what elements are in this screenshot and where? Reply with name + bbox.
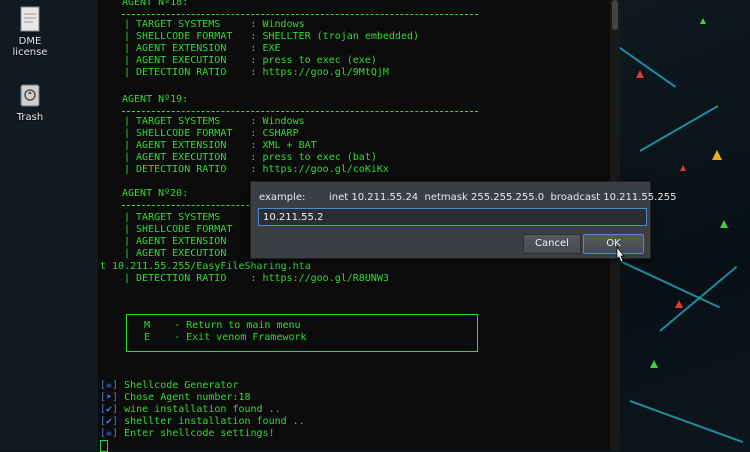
wallpaper-streak	[629, 400, 744, 443]
status-prefix: [☠]	[100, 428, 119, 439]
wallpaper-streak	[639, 105, 719, 152]
dialog-hint-text: inet 10.211.55.24 netmask 255.255.255.0 …	[329, 192, 677, 203]
agent-19-row: | AGENT EXTENSION : XML + BAT	[124, 140, 317, 151]
agent-18-row: | AGENT EXTENSION : EXE	[124, 43, 281, 54]
scrollbar-thumb[interactable]	[612, 0, 618, 30]
agent-18-title: AGENT Nº18:	[122, 0, 189, 8]
wallpaper-triangle	[700, 18, 706, 24]
trash-icon	[20, 84, 40, 107]
agent-20-row: | TARGET SYSTEMS :	[124, 212, 257, 223]
license-file-label: DME license	[12, 36, 48, 58]
status-line: [➤] Chose Agent number:18	[100, 392, 251, 404]
agent-20-wrap-line: t 10.211.55.255/EasyFileSharing.hta	[100, 261, 311, 272]
agent-19-row: | SHELLCODE FORMAT : CSHARP	[124, 128, 299, 139]
status-line: [☠] Shellcode Generator	[100, 380, 238, 392]
license-file-icon-item[interactable]: DME license	[0, 6, 60, 58]
shellcode-settings-dialog: example: inet 10.211.55.24 netmask 255.2…	[250, 181, 676, 259]
wallpaper-triangle	[675, 300, 683, 308]
status-text: Enter shellcode settings!	[118, 428, 275, 439]
dialog-example-label: example:	[259, 192, 306, 203]
status-text: Chose Agent number:18	[118, 392, 251, 403]
status-prefix: [☠]	[100, 380, 119, 391]
wallpaper-triangle	[720, 220, 728, 228]
status-prefix: [➤]	[100, 392, 119, 403]
trash-label: Trash	[16, 112, 44, 123]
agent-18-row: | SHELLCODE FORMAT : SHELLTER (trojan em…	[124, 31, 420, 42]
agent-18-box-border	[122, 14, 478, 15]
agent-18-row: | TARGET SYSTEMS : Windows	[124, 19, 305, 30]
agent-19-box-border	[122, 111, 478, 112]
wallpaper-triangle	[650, 360, 658, 368]
menu-main-option: M - Return to main menu	[144, 320, 301, 331]
status-text: wine installation found ..	[118, 404, 281, 415]
menu-exit-option: E - Exit venom Framework	[144, 332, 307, 343]
cancel-button[interactable]: Cancel	[523, 234, 581, 254]
agent-20-row: | AGENT EXTENSION :	[124, 236, 257, 247]
status-text: Shellcode Generator	[118, 380, 239, 391]
agent-20-row: | SHELLCODE FORMAT :	[124, 224, 257, 235]
agent-20-row: | AGENT EXECUTION :	[124, 248, 257, 259]
agent-19-title: AGENT Nº19:	[122, 94, 189, 105]
agent-19-row: | AGENT EXECUTION : press to exec (bat)	[124, 152, 377, 163]
agent-20-title: AGENT Nº20:	[122, 188, 189, 199]
wallpaper-triangle	[712, 150, 722, 160]
status-line: [☠] Enter shellcode settings!	[100, 428, 275, 440]
status-prefix: [✔]	[100, 404, 119, 415]
wallpaper-streak	[659, 265, 738, 332]
mouse-pointer-icon	[616, 246, 625, 263]
agent-20-detection-row: | DETECTION RATIO : https://goo.gl/R8UNW…	[124, 273, 389, 284]
agent-18-row: | AGENT EXECUTION : press to exec (exe)	[124, 55, 377, 66]
wallpaper-triangle	[680, 165, 686, 171]
trash-icon-item[interactable]: Trash	[0, 82, 60, 123]
status-prefix: [✔]	[100, 416, 119, 427]
wallpaper-triangle	[636, 70, 644, 78]
status-line: [✔] shellter installation found ..	[100, 416, 305, 428]
desktop-icons-column: DME license Trash	[0, 0, 98, 450]
agent-19-row: | TARGET SYSTEMS : Windows	[124, 116, 305, 127]
status-line: [✔] wine installation found ..	[100, 404, 281, 416]
status-text: shellter installation found ..	[118, 416, 305, 427]
agent-18-row: | DETECTION RATIO : https://goo.gl/9MtQj…	[124, 67, 389, 78]
agent-19-row: | DETECTION RATIO : https://goo.gl/coKiK…	[124, 164, 389, 175]
wallpaper-streak	[620, 40, 677, 88]
terminal-cursor	[100, 440, 108, 452]
wallpaper-streak	[620, 260, 721, 309]
ip-input-field[interactable]	[258, 208, 647, 226]
document-icon	[20, 6, 40, 32]
